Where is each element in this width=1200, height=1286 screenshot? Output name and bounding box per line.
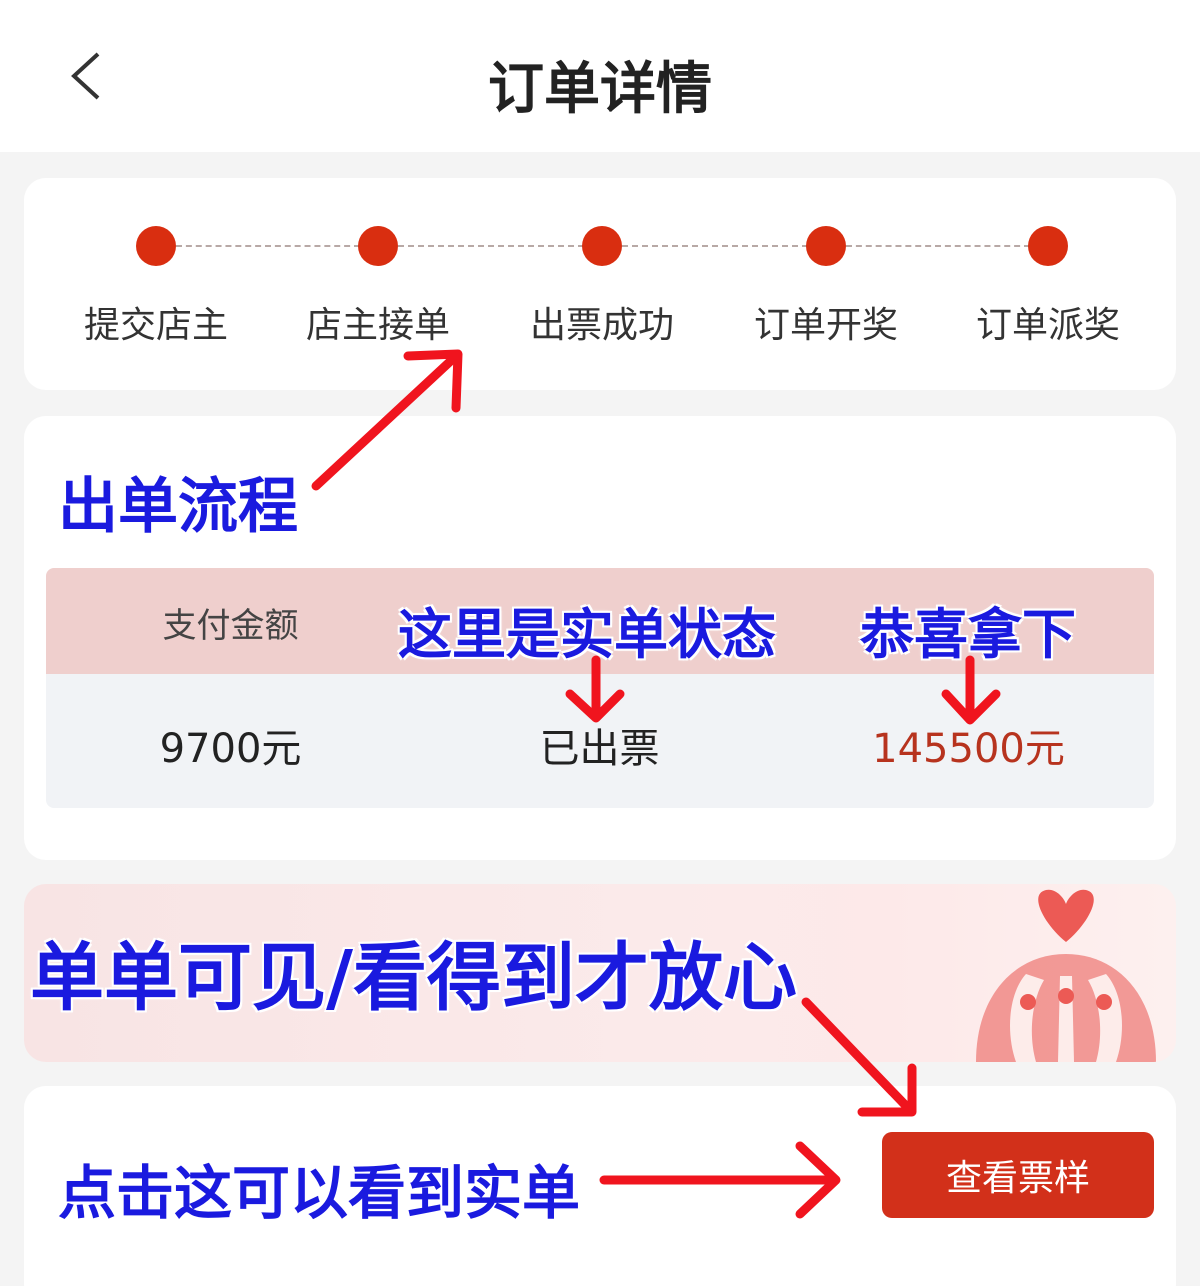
step-dot-submit — [136, 226, 176, 266]
header-payment-amount: 支付金额 — [162, 606, 299, 646]
view-ticket-sample-button[interactable]: 查看票样 — [882, 1132, 1154, 1218]
step-label-payout: 订单派奖 — [975, 305, 1120, 346]
prize-amount-value: 145500元 — [872, 726, 1065, 772]
annotation-flow: 出单流程 — [58, 472, 298, 542]
annotation-status: 这里是实单状态 — [398, 603, 776, 666]
step-label-ticketed: 出票成功 — [529, 305, 674, 346]
step-label-draw: 订单开奖 — [753, 305, 898, 346]
step-connector — [622, 245, 808, 247]
order-progress-card: 提交店主 店主接单 出票成功 订单开奖 订单派奖 — [24, 178, 1176, 390]
heart-hands-icon — [976, 889, 1156, 1062]
step-dot-payout — [1028, 226, 1068, 266]
step-dot-ticketed — [582, 226, 622, 266]
step-connector — [176, 245, 360, 247]
step-label-accept: 店主接单 — [305, 305, 450, 346]
payment-amount-value: 9700元 — [159, 726, 302, 772]
header-bar: 订单详情 — [0, 0, 1200, 152]
step-dot-draw — [806, 226, 846, 266]
status-value: 已出票 — [539, 726, 660, 772]
annotation-click: 点击这可以看到实单 — [58, 1159, 581, 1227]
step-label-submit: 提交店主 — [83, 305, 228, 346]
table-row: 9700元 已出票 145500元 — [46, 674, 1154, 808]
step-connector — [846, 245, 1030, 247]
annotation-visible: 单单可见/看得到才放心 — [30, 935, 798, 1021]
annotation-win: 恭喜拿下 — [860, 603, 1076, 666]
page-title: 订单详情 — [488, 57, 712, 122]
step-dot-accept — [358, 226, 398, 266]
step-connector — [398, 245, 584, 247]
